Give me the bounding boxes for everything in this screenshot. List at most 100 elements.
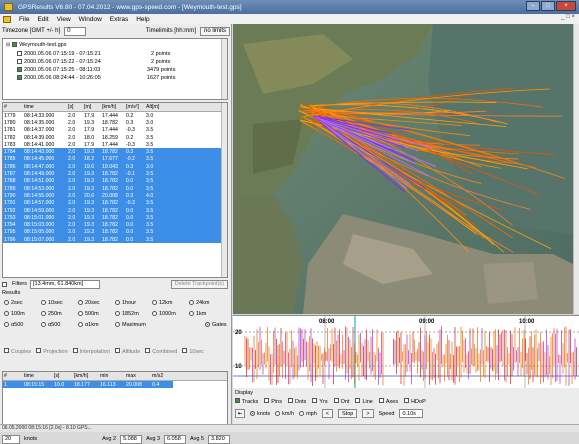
table-scrollbar[interactable] — [221, 103, 227, 277]
table-row[interactable]: 1 08:15:15 10.0 18.177 16.113 20.008 0.4 — [3, 381, 173, 389]
display-check-dots[interactable]: Dots — [288, 398, 306, 405]
table-row[interactable]: 1781 08:14:37.000 2.0 17.9 17.444 -0.3 3.5 — [3, 127, 227, 134]
tree-track-1[interactable]: 2000.05.06 07:15:19 - 07:15:21 2 points — [17, 50, 217, 57]
radio-1km[interactable]: 1km — [189, 311, 226, 317]
satellite-map[interactable] — [233, 24, 579, 314]
filter-checkbox[interactable] — [2, 281, 7, 287]
radio-12km[interactable]: 12km — [152, 300, 189, 306]
radio-20sec[interactable]: 20sec — [78, 300, 115, 306]
table-row[interactable]: 1792 08:14:59.000 2.0 19.3 18.782 0.0 3.5 — [3, 206, 227, 215]
display-check-axes[interactable]: Axes — [378, 398, 398, 405]
table-row[interactable]: 1791 08:14:57.000 2.0 19.3 18.782 -0.3 3.5 — [3, 199, 227, 207]
radio-250m[interactable]: 250m — [41, 311, 78, 317]
results-check-5[interactable]: 10sec — [182, 348, 204, 355]
tree-track-2[interactable]: 2000.05.06 07:15:22 - 07:15:24 2 points — [17, 58, 217, 65]
stop-button[interactable]: Stop — [338, 409, 358, 418]
no-limits-button[interactable]: no limits — [199, 26, 230, 36]
filter-value[interactable]: [13.4mm, 61.840km] — [29, 279, 100, 289]
table-row[interactable]: 1784 08:14:43.000 2.0 19.3 18.782 0.3 3.5 — [3, 148, 227, 156]
close-icon[interactable]: × — [556, 1, 576, 11]
count-input[interactable]: 20 — [2, 434, 20, 444]
graph-canvas[interactable]: 20 10 08:00 09:00 10:00 — [233, 316, 579, 388]
table-row[interactable]: 1782 08:14:39.000 2.0 18.0 18.259 0.2 3.5 — [3, 134, 227, 141]
menu-edit[interactable]: Edit — [37, 16, 48, 23]
unit-mph[interactable]: mph — [299, 411, 317, 417]
radio-alpha500b[interactable]: α500 — [41, 322, 78, 328]
radio-2sec[interactable]: 2sec — [4, 300, 41, 306]
status-text: 06.05.2000 08:15:16 [2.0s] - 8.10 GPS... — [2, 425, 92, 431]
radio-1000m[interactable]: 1000m — [152, 311, 189, 317]
table-row[interactable]: 1785 08:14:45.000 2.0 18.2 17.677 -0.2 3.5 — [3, 155, 227, 164]
results-check-0[interactable]: Couples — [4, 348, 31, 355]
tree-track-4[interactable]: 2000.05.06 08:24:44 - 10:26:05 1627 poin… — [17, 74, 217, 81]
results-header: # time [s] [km/h] min max m/s2 — [3, 372, 227, 381]
table-row[interactable]: 1786 08:14:47.000 2.0 19.6 19.043 0.3 3.0 — [3, 163, 227, 171]
unit-knots[interactable]: knots — [250, 411, 270, 417]
maximize-icon[interactable]: □ — [541, 1, 555, 11]
time-label-0800: 08:00 — [319, 319, 335, 325]
menu-extras[interactable]: Extras — [110, 16, 128, 23]
radio-alpha1km[interactable]: α1km — [78, 322, 115, 328]
speed-graph[interactable]: 20 10 08:00 09:00 10:00 — [233, 315, 579, 388]
display-check-tracks[interactable]: Tracks — [235, 398, 258, 405]
radio-10sec[interactable]: 10sec — [41, 300, 78, 306]
menu-window[interactable]: Window — [79, 16, 102, 23]
table-header: # time [s] [m] [km/h] [m/s²] Alt[m] — [3, 103, 227, 112]
root-checkbox[interactable] — [12, 42, 18, 47]
table-row[interactable]: 1779 08:14:33.000 2.0 17.9 17.444 0.2 3.0 — [3, 112, 227, 119]
radio-1852m[interactable]: 1852m — [115, 311, 152, 317]
tree-root[interactable]: ⊟ Weymouth-test.gps — [6, 41, 66, 48]
track-checkbox[interactable] — [17, 59, 22, 64]
rewind-icon[interactable]: ⇤ — [235, 409, 245, 418]
prev-button[interactable]: < — [321, 409, 333, 418]
results-check-2[interactable]: Interpolation — [72, 348, 110, 355]
mdi-controls[interactable]: _ □ × — [561, 14, 575, 20]
results-table[interactable]: # time [s] [km/h] min max m/s2 1 08:15:1… — [2, 371, 228, 431]
table-row[interactable]: 1788 08:14:51.000 2.0 19.3 18.782 0.0 3.5 — [3, 177, 227, 185]
next-button[interactable]: > — [362, 409, 374, 418]
tree-scrollbar[interactable] — [221, 39, 227, 99]
radio-1hour[interactable]: 1hour — [115, 300, 152, 306]
table-row[interactable]: 1796 08:15:07.000 2.0 19.3 18.782 0.0 3.5 — [3, 236, 227, 244]
table-row[interactable]: 1795 08:15:05.000 2.0 19.3 18.782 0.0 3.5 — [3, 228, 227, 237]
radio-24km[interactable]: 24km — [189, 300, 226, 306]
radio-100m[interactable]: 100m — [4, 311, 41, 317]
table-row[interactable]: 1787 08:14:49.000 2.0 19.3 18.782 -0.1 3.5 — [3, 170, 227, 178]
menu-file[interactable]: File — [19, 16, 29, 23]
minimize-icon[interactable]: – — [526, 1, 540, 11]
playback-row: ⇤ knots km/h mph < Stop > Speed 0.10s — [235, 409, 424, 418]
table-row[interactable]: 1789 08:14:53.000 2.0 19.3 18.782 0.0 3.5 — [3, 184, 227, 193]
results-check-4[interactable]: Combined — [145, 348, 177, 355]
menu-help[interactable]: Help — [136, 16, 149, 23]
map-scrollbar[interactable] — [573, 24, 579, 314]
table-row[interactable]: 1793 08:15:01.000 2.0 19.3 18.782 0.0 3.5 — [3, 214, 227, 222]
results-check-3[interactable]: Altitude — [114, 348, 140, 355]
track-checkbox[interactable] — [17, 75, 22, 80]
track-checkbox[interactable] — [17, 51, 22, 56]
radio-alpha500a[interactable]: α500 — [4, 322, 41, 328]
table-row[interactable]: 1783 08:14:41.000 2.0 17.9 17.444 -0.3 3.5 — [3, 141, 227, 148]
trackpoints-table[interactable]: # time [s] [m] [km/h] [m/s²] Alt[m] 1779… — [2, 102, 228, 278]
track-checkbox[interactable] — [17, 67, 22, 72]
table-row[interactable]: 1790 08:14:55.000 2.0 20.6 20.008 0.3 4.0 — [3, 192, 227, 200]
radio-maximum[interactable]: Maximum — [115, 322, 205, 328]
table-row[interactable]: 1794 08:15:03.000 2.0 19.3 18.782 0.0 3.5 — [3, 221, 227, 229]
display-check-yrs[interactable]: Yrs — [312, 398, 328, 405]
map-canvas[interactable] — [233, 24, 573, 314]
unit-kmh[interactable]: km/h — [275, 411, 294, 417]
delete-trackpoint-button[interactable]: Delete Trackpoint(s) — [170, 279, 228, 289]
table-row[interactable]: 1780 08:14:35.000 2.0 19.3 18.782 0.3 3.0 — [3, 119, 227, 126]
expand-icon[interactable]: ⊟ — [6, 42, 10, 48]
tree-track-3[interactable]: 2000.05.06 07:15:25 - 08:11:03 3479 poin… — [17, 66, 217, 73]
results-check-1[interactable]: Projection — [36, 348, 68, 355]
window-controls: – □ × — [526, 1, 576, 11]
menu-view[interactable]: View — [57, 16, 71, 23]
speed-input[interactable]: 0.10s — [399, 409, 424, 418]
display-check-ont[interactable]: Ont — [333, 398, 349, 405]
display-check-line[interactable]: Line — [355, 398, 373, 405]
display-check-pins[interactable]: Pins — [264, 398, 282, 405]
radio-500m[interactable]: 500m — [78, 311, 115, 317]
timezone-input[interactable]: 0 — [64, 26, 87, 36]
display-check-hdop[interactable]: HDoP — [404, 398, 426, 405]
track-tree[interactable]: ⊟ Weymouth-test.gps 2000.05.06 07:15:19 … — [2, 38, 228, 100]
